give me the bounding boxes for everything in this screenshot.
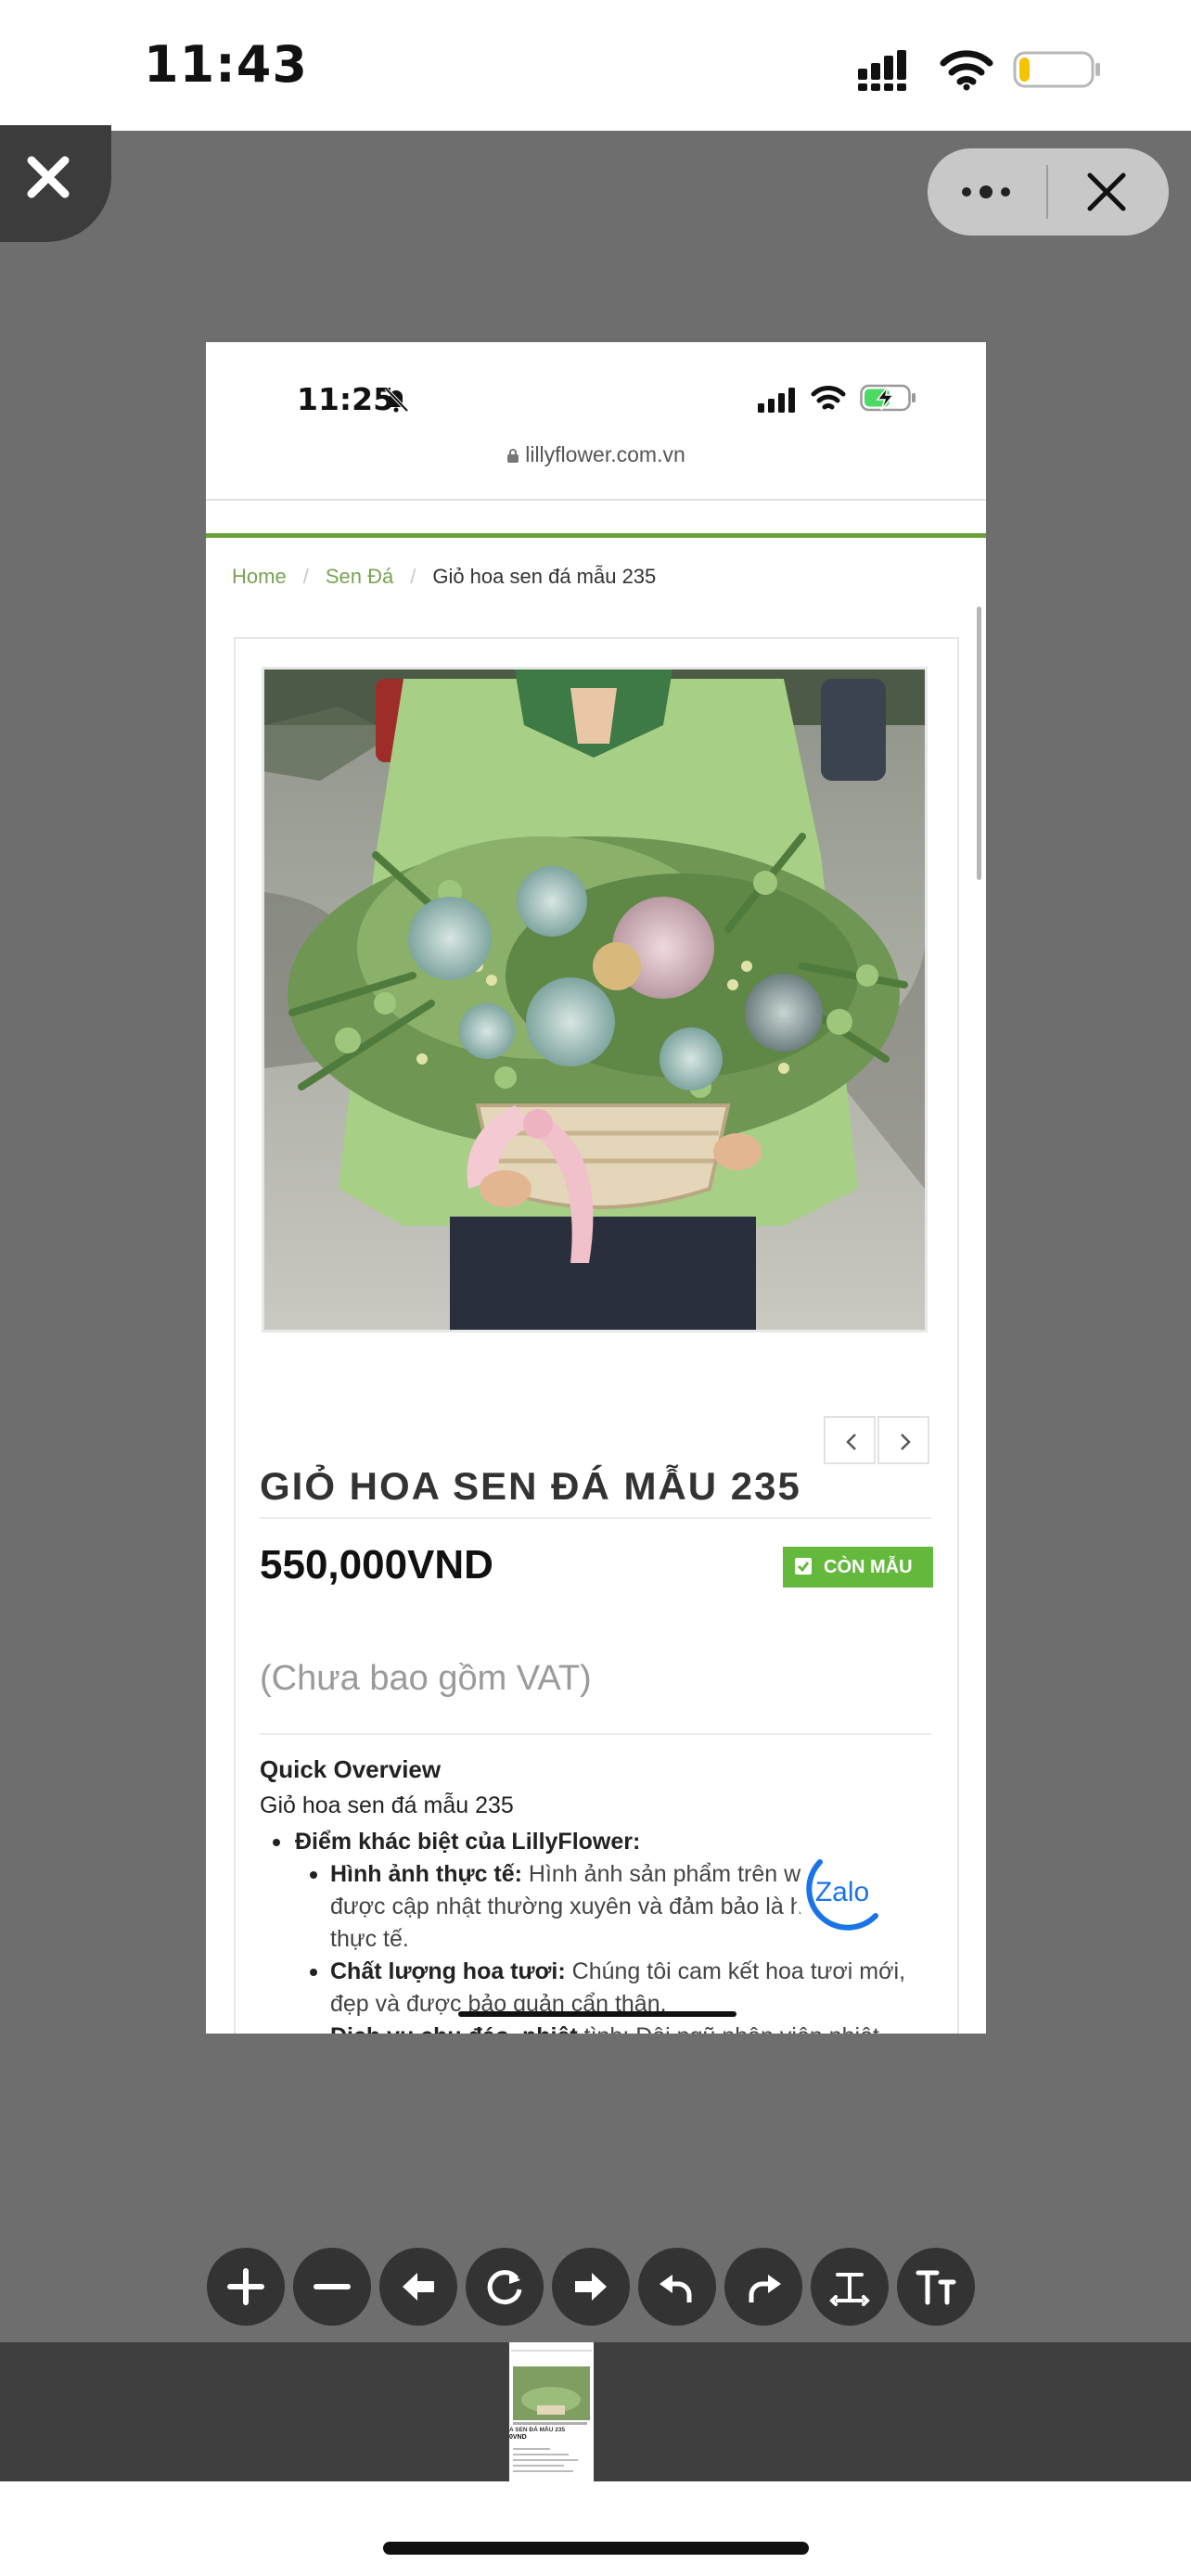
text-tool-icon xyxy=(829,2273,870,2306)
rotate-icon xyxy=(487,2270,522,2305)
document-page: 11:25 lillyflower.com.vn Home / Sen Đá /… xyxy=(206,342,986,2034)
cellular-signal-icon xyxy=(758,388,795,413)
thumbnail-preview: A SEN ĐÁ MẪU 235 0VND xyxy=(509,2342,594,2481)
redo-button[interactable] xyxy=(724,2248,802,2326)
undo-icon xyxy=(660,2275,692,2302)
breadcrumb: Home / Sen Đá / Giỏ hoa sen đá mẫu 235 xyxy=(232,565,656,589)
product-price: 550,000VND xyxy=(260,1542,493,1588)
inner-status-time: 11:25 xyxy=(297,381,395,417)
zoom-out-icon xyxy=(314,2284,351,2289)
url-text: lillyflower.com.vn xyxy=(525,442,685,466)
text-tool-button[interactable] xyxy=(811,2248,889,2326)
highlight-title: Điểm khác biệt của LillyFlower: xyxy=(295,1829,641,1855)
zalo-icon: Zalo xyxy=(806,1859,878,1931)
flower-basket-photo xyxy=(264,670,925,1330)
move-right-button[interactable] xyxy=(552,2248,630,2326)
thumbnail-strip: A SEN ĐÁ MẪU 235 0VND xyxy=(0,2342,1191,2481)
list-item-bold: Hình ảnh thực tế: xyxy=(330,1861,522,1887)
zalo-chat-button[interactable]: Zalo xyxy=(796,1849,885,1938)
divider xyxy=(206,499,986,501)
zoom-in-button[interactable] xyxy=(207,2248,285,2326)
divider xyxy=(1046,165,1048,219)
vat-note: (Chưa bao gồm VAT) xyxy=(260,1659,592,1698)
redo-icon xyxy=(749,2275,781,2302)
home-indicator xyxy=(458,2011,736,2017)
product-image[interactable] xyxy=(262,667,928,1333)
next-image-button[interactable] xyxy=(877,1416,929,1464)
home-area xyxy=(0,2481,1191,2576)
inner-status-bar: 11:25 xyxy=(206,342,986,435)
bell-slash-icon xyxy=(384,387,409,413)
checkbox-checked-icon xyxy=(795,1558,812,1575)
prev-image-button[interactable] xyxy=(824,1416,876,1464)
close-icon[interactable] xyxy=(1083,169,1130,215)
arrow-left-icon xyxy=(403,2273,434,2301)
battery-icon xyxy=(1013,51,1100,88)
chevron-left-icon xyxy=(846,1434,856,1450)
zoom-out-button[interactable] xyxy=(293,2248,371,2326)
stock-status-label: CÒN MẪU xyxy=(824,1557,913,1577)
chevron-right-icon xyxy=(901,1434,911,1450)
move-left-button[interactable] xyxy=(379,2248,457,2326)
list-item-bold: Chất lượng hoa tươi: xyxy=(330,1958,566,1984)
accent-divider xyxy=(206,533,986,538)
breadcrumb-current: Giỏ hoa sen đá mẫu 235 xyxy=(432,565,657,588)
rotate-button[interactable] xyxy=(466,2248,544,2326)
zalo-label: Zalo xyxy=(815,1877,869,1907)
status-time: 11:43 xyxy=(144,35,308,94)
page-thumbnail[interactable]: A SEN ĐÁ MẪU 235 0VND xyxy=(509,2342,594,2481)
wifi-icon xyxy=(940,50,993,91)
breadcrumb-separator: / xyxy=(302,565,309,588)
text-size-icon xyxy=(916,2270,956,2305)
status-bar: 11:43 xyxy=(0,0,1191,131)
product-title: GIỎ HOA SEN ĐÁ MẪU 235 xyxy=(260,1464,801,1508)
cellular-signal-icon xyxy=(858,50,906,91)
more-dots-icon[interactable] xyxy=(954,167,1018,217)
arrow-right-icon xyxy=(575,2273,607,2301)
battery-charging-icon xyxy=(860,384,916,412)
breadcrumb-separator: / xyxy=(410,565,416,588)
breadcrumb-home[interactable]: Home xyxy=(232,565,287,588)
thumbnail-price: 0VND xyxy=(509,2434,527,2441)
home-indicator[interactable] xyxy=(383,2542,809,2555)
lock-icon xyxy=(507,449,519,463)
wifi-icon xyxy=(811,386,846,410)
list-item-bold: Dịch vụ chu đáo, nhiệt xyxy=(330,2023,578,2034)
text-size-button[interactable] xyxy=(897,2248,975,2326)
list-item: Dịch vụ chu đáo, nhiệt tình: Đội ngũ nhâ… xyxy=(260,2021,909,2034)
breadcrumb-category[interactable]: Sen Đá xyxy=(326,565,393,588)
close-icon xyxy=(27,156,70,198)
zoom-in-icon xyxy=(227,2268,264,2305)
thumbnail-title: A SEN ĐÁ MẪU 235 xyxy=(509,2425,565,2433)
divider xyxy=(260,1517,931,1519)
address-bar[interactable]: lillyflower.com.vn xyxy=(206,442,986,479)
stock-status-badge: CÒN MẪU xyxy=(783,1547,933,1588)
undo-button[interactable] xyxy=(638,2248,716,2326)
scrollbar[interactable] xyxy=(977,606,981,880)
overview-heading: Quick Overview xyxy=(260,1755,442,1783)
divider xyxy=(260,1733,931,1735)
overview-product-name: Giỏ hoa sen đá mẫu 235 xyxy=(260,1792,514,1818)
viewer-controls-pill xyxy=(928,148,1169,236)
